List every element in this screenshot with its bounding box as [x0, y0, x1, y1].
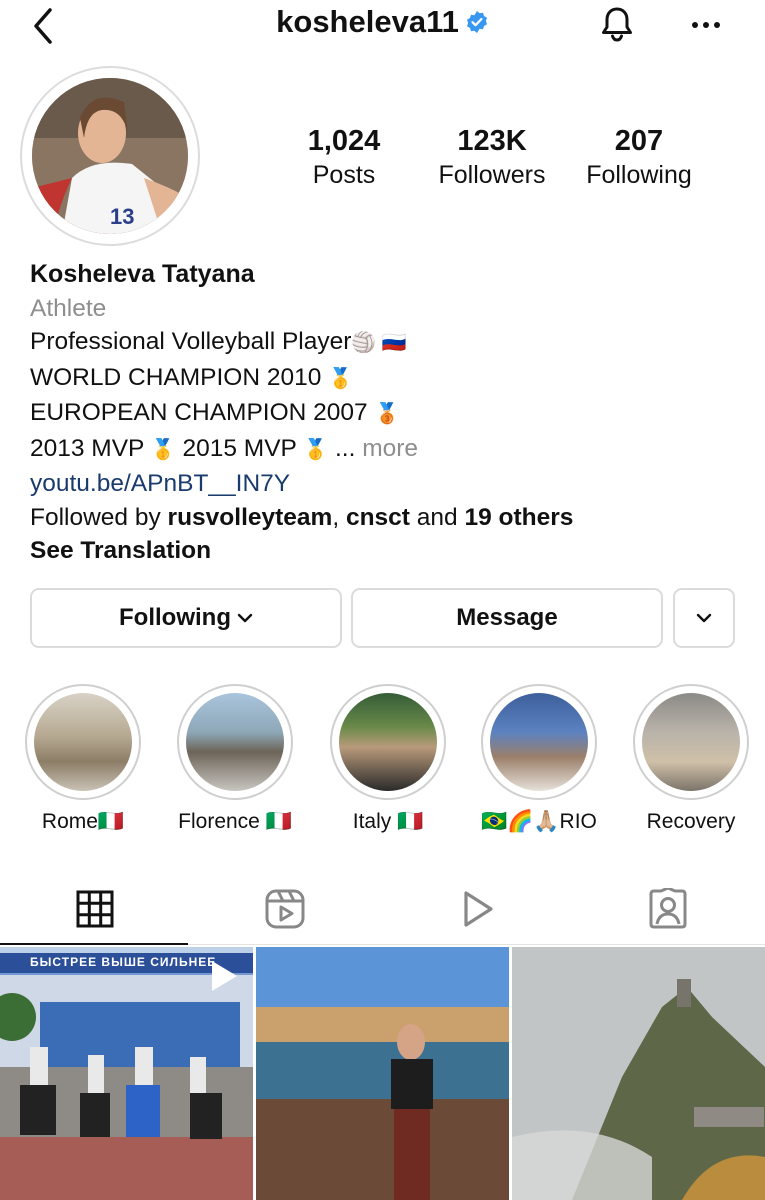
- bio-line-4: 2013 MVP 🥇 2015 MVP 🥇 ... more: [30, 432, 750, 468]
- reels-icon: [264, 888, 306, 935]
- story-highlight[interactable]: Florence 🇮🇹: [175, 684, 295, 834]
- highlight-caption: Italy 🇮🇹: [352, 810, 424, 833]
- highlight-cover-image: [339, 693, 437, 791]
- highlight-cover-image: [34, 693, 132, 791]
- bronze-medal-emoji: 🥉: [374, 403, 400, 425]
- profile-avatar[interactable]: 13: [20, 66, 200, 246]
- tagged-person-icon: [647, 886, 689, 935]
- video-play-icon: [209, 959, 239, 993]
- gold-medal-emoji: 🥇: [150, 438, 176, 461]
- gold-medal-emoji: 🥇: [328, 367, 354, 390]
- bio-website-link[interactable]: youtu.be/APnBT__IN7Y: [30, 467, 750, 501]
- followed-by-others[interactable]: 19 others: [464, 504, 573, 531]
- following-count[interactable]: 207 Following: [574, 124, 704, 192]
- tab-videos[interactable]: [382, 880, 572, 942]
- followers-count-value: 123K: [457, 125, 527, 157]
- grid-icon: [76, 890, 114, 933]
- story-highlight[interactable]: Rome🇮🇹: [23, 684, 143, 834]
- followed-by-and: and: [416, 503, 458, 531]
- followers-count-label: Followers: [438, 161, 546, 189]
- svg-text:13: 13: [110, 204, 134, 229]
- play-icon: [458, 889, 496, 934]
- category-label: Athlete: [30, 294, 107, 322]
- more-horizontal-icon[interactable]: [688, 10, 724, 40]
- message-button-label: Message: [456, 604, 558, 631]
- highlight-caption: Florence 🇮🇹: [178, 810, 292, 833]
- highlight-cover: [330, 684, 446, 800]
- bio-line-3: EUROPEAN CHAMPION 2007 🥉: [30, 396, 750, 432]
- highlight-cover-image: [642, 693, 740, 791]
- bio-line-3-text: EUROPEAN CHAMPION 2007: [30, 399, 368, 426]
- followers-count[interactable]: 123K Followers: [425, 124, 559, 192]
- tab-tagged[interactable]: [573, 880, 763, 942]
- followed-by-separator: ,: [332, 503, 340, 531]
- bio-line-1: Professional Volleyball Player🏐 🇷🇺: [30, 325, 750, 361]
- posts-count[interactable]: 1,024 Posts: [294, 124, 394, 192]
- tab-reels[interactable]: [190, 880, 380, 942]
- following-count-label: Following: [586, 161, 692, 189]
- avatar-photo: 13: [32, 78, 188, 234]
- gold-medal-emoji: 🥇: [303, 438, 329, 461]
- see-translation-link[interactable]: See Translation: [30, 537, 211, 564]
- suggested-accounts-button[interactable]: [673, 588, 735, 648]
- top-bar: kosheleva11: [0, 0, 765, 60]
- story-highlight[interactable]: 🇧🇷🌈🙏🏼RIO: [479, 684, 599, 834]
- active-tab-indicator: [0, 943, 188, 945]
- posts-count-value: 1,024: [307, 125, 381, 157]
- highlight-caption: Rome🇮🇹: [41, 810, 125, 833]
- following-button[interactable]: Following: [30, 588, 342, 648]
- bell-icon[interactable]: [596, 4, 638, 46]
- verified-badge-icon: [465, 6, 489, 33]
- message-button[interactable]: Message: [351, 588, 663, 648]
- highlight-caption: Recovery: [646, 810, 736, 833]
- bio-more-link[interactable]: more: [362, 435, 418, 462]
- highlight-cover-image: [490, 693, 588, 791]
- username: kosheleva11: [276, 4, 459, 39]
- post-thumbnail[interactable]: [512, 947, 765, 1200]
- profile-bio: Kosheleva Tatyana Athlete Professional V…: [30, 258, 750, 568]
- highlight-cover: [25, 684, 141, 800]
- highlight-cover: [633, 684, 749, 800]
- bio-line-2-text: WORLD CHAMPION 2010: [30, 363, 322, 391]
- following-count-value: 207: [614, 125, 664, 157]
- highlight-cover: [177, 684, 293, 800]
- highlight-cover: [481, 684, 597, 800]
- bio-line-1-text: Professional Volleyball Player: [30, 328, 352, 355]
- bio-line-4a-text: 2013 MVP: [30, 434, 144, 462]
- posts-count-label: Posts: [312, 161, 376, 189]
- followed-by-user-1[interactable]: rusvolleyteam: [168, 504, 333, 531]
- display-name: Kosheleva Tatyana: [30, 260, 255, 288]
- chevron-down-icon: [696, 612, 712, 624]
- volleyball-flag-emoji: 🏐 🇷🇺: [351, 332, 407, 354]
- chevron-down-icon: [237, 612, 253, 624]
- bio-ellipsis: ...: [335, 434, 356, 462]
- bio-line-4b-text: 2015 MVP: [182, 434, 297, 462]
- highlight-caption: 🇧🇷🌈🙏🏼RIO: [481, 810, 597, 833]
- post-thumbnail[interactable]: БЫСТРЕЕ ВЫШЕ СИЛЬНЕЕ: [0, 947, 253, 1200]
- following-button-label: Following: [119, 604, 231, 631]
- bio-line-2: WORLD CHAMPION 2010 🥇: [30, 361, 750, 397]
- post-sign-text: БЫСТРЕЕ ВЫШЕ СИЛЬНЕЕ: [30, 955, 217, 969]
- followed-by-user-2[interactable]: cnsct: [346, 504, 410, 531]
- followed-by-prefix: Followed by: [30, 503, 161, 531]
- post-thumbnail[interactable]: [256, 947, 509, 1200]
- story-highlight[interactable]: Recovery: [631, 684, 751, 834]
- profile-username-header: kosheleva11: [0, 4, 765, 40]
- highlight-cover-image: [186, 693, 284, 791]
- followed-by-line[interactable]: Followed by rusvolleyteam, cnsct and 19 …: [30, 501, 750, 535]
- tab-posts-grid[interactable]: [0, 880, 190, 942]
- story-highlight[interactable]: Italy 🇮🇹: [328, 684, 448, 834]
